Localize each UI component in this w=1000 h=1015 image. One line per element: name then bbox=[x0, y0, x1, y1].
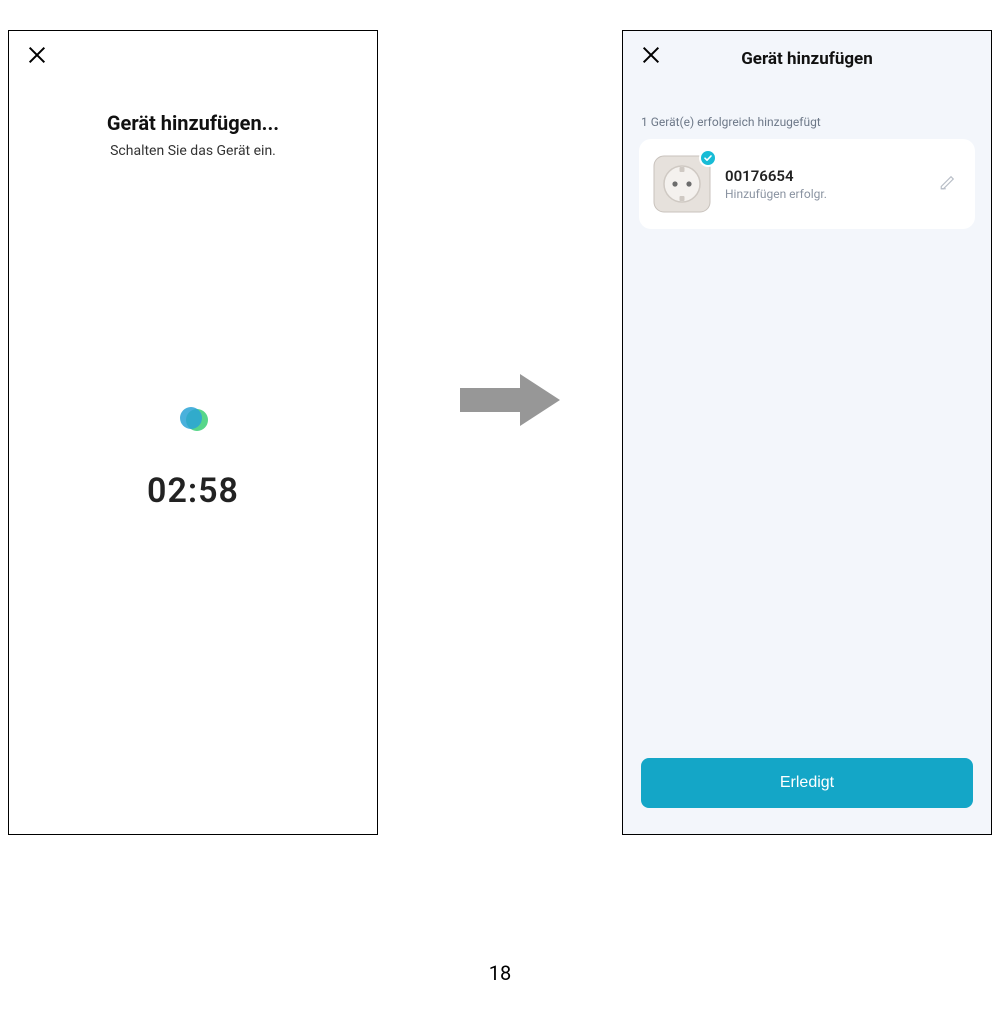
countdown-timer: 02:58 bbox=[9, 471, 377, 511]
close-button[interactable] bbox=[23, 41, 51, 69]
status-text: 1 Gerät(e) erfolgreich hinzugefügt bbox=[641, 115, 973, 129]
smart-plug-icon bbox=[653, 155, 711, 213]
arrow-right-icon bbox=[460, 370, 560, 430]
pencil-icon bbox=[939, 173, 957, 191]
edit-button[interactable] bbox=[939, 173, 961, 195]
page-title: Gerät hinzufügen... bbox=[9, 111, 377, 135]
close-icon bbox=[26, 44, 48, 66]
close-icon bbox=[640, 44, 662, 66]
loading-spinner-icon bbox=[180, 407, 206, 433]
pairing-screen: Gerät hinzufügen... Schalten Sie das Ger… bbox=[8, 30, 378, 835]
success-screen: Gerät hinzufügen 1 Gerät(e) erfolgreich … bbox=[622, 30, 992, 835]
device-status: Hinzufügen erfolgr. bbox=[725, 187, 925, 201]
page-subtitle: Schalten Sie das Gerät ein. bbox=[9, 143, 377, 159]
done-button[interactable]: Erledigt bbox=[641, 758, 973, 808]
success-badge-icon bbox=[699, 149, 717, 167]
page-number: 18 bbox=[0, 961, 1000, 985]
device-name: 00176654 bbox=[725, 167, 925, 185]
page-title: Gerät hinzufügen bbox=[623, 49, 991, 69]
close-button[interactable] bbox=[637, 41, 665, 69]
device-card[interactable]: 00176654 Hinzufügen erfolgr. bbox=[639, 139, 975, 229]
device-info: 00176654 Hinzufügen erfolgr. bbox=[725, 167, 925, 201]
